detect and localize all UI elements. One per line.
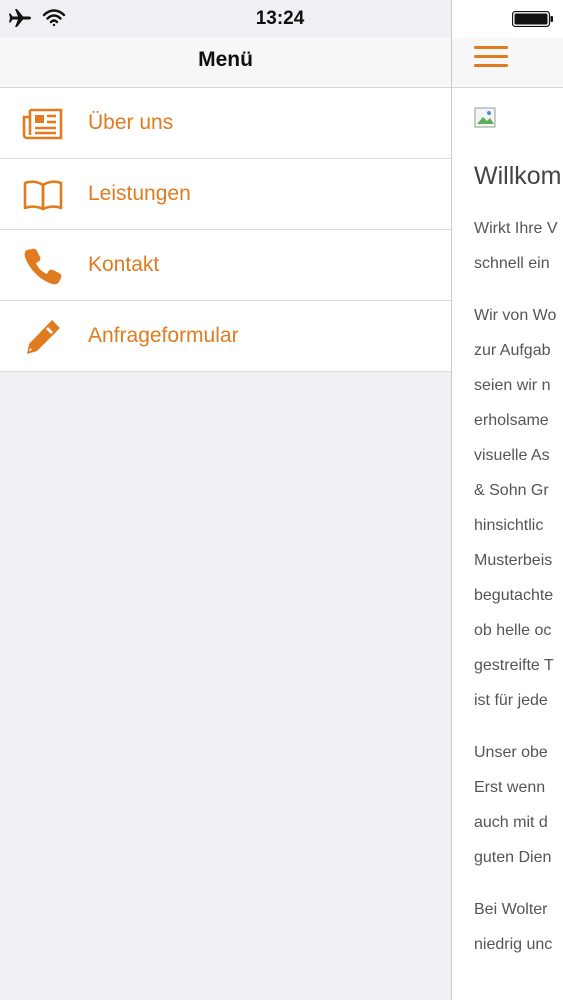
side-menu: Menü Über uns Leistungen Kontakt Anfrage…	[0, 0, 451, 1000]
menu-item-kontakt[interactable]: Kontakt	[0, 230, 451, 301]
menu-item-anfrageformular[interactable]: Anfrageformular	[0, 301, 451, 372]
menu-list: Über uns Leistungen Kontakt Anfrageformu…	[0, 88, 451, 372]
text-line: visuelle As	[474, 447, 550, 464]
text-line: Wirkt Ihre V	[474, 220, 558, 237]
menu-item-ueber-uns[interactable]: Über uns	[0, 88, 451, 159]
menu-header: Menü	[0, 38, 451, 88]
menu-item-leistungen[interactable]: Leistungen	[0, 159, 451, 230]
content-header	[452, 38, 563, 88]
text-line: ob helle oc	[474, 622, 552, 639]
text-line: seien wir n	[474, 377, 551, 394]
broken-image-icon	[474, 107, 498, 129]
hamburger-icon[interactable]	[474, 46, 508, 72]
text-line: Unser obe	[474, 744, 548, 761]
content-panel[interactable]: Willkom Wirkt Ihre V schnell ein Wir von…	[451, 0, 563, 1000]
menu-title: Menü	[198, 48, 253, 71]
status-bar: 13:24	[0, 0, 563, 38]
text-line: niedrig unc	[474, 936, 553, 953]
book-open-icon	[22, 176, 64, 214]
text-line: Wir von Wo	[474, 307, 557, 324]
text-line: erholsame	[474, 412, 549, 429]
phone-icon	[22, 247, 64, 285]
newspaper-icon	[22, 105, 64, 143]
menu-item-label: Über uns	[88, 111, 174, 134]
text-line: gestreifte T	[474, 657, 554, 674]
clock: 13:24	[255, 8, 305, 29]
text-line: schnell ein	[474, 255, 550, 272]
paragraph: Wirkt Ihre V schnell ein	[474, 211, 563, 281]
paragraph: Bei Wolter niedrig unc	[474, 892, 563, 962]
menu-item-label: Kontakt	[88, 253, 160, 276]
page-title: Willkom	[474, 162, 562, 190]
menu-item-label: Leistungen	[88, 182, 191, 205]
text-line: ist für jede	[474, 692, 548, 709]
content-body: Willkom Wirkt Ihre V schnell ein Wir von…	[474, 162, 563, 979]
text-line: auch mit d	[474, 814, 548, 831]
text-line: Musterbeis	[474, 552, 553, 569]
menu-item-label: Anfrageformular	[88, 324, 239, 347]
battery-icon	[511, 10, 553, 28]
paragraph: Unser obe Erst wenn auch mit d guten Die…	[474, 735, 563, 875]
text-line: zur Aufgab	[474, 342, 551, 359]
pencil-icon	[22, 318, 64, 356]
text-line: begutachte	[474, 587, 554, 604]
text-line: Bei Wolter	[474, 901, 548, 918]
text-line: hinsichtlic	[474, 517, 544, 534]
text-line: & Sohn Gr	[474, 482, 549, 499]
paragraph: Wir von Wo zur Aufgab seien wir n erhols…	[474, 298, 563, 718]
text-line: Erst wenn	[474, 779, 546, 796]
text-line: guten Dien	[474, 849, 552, 866]
